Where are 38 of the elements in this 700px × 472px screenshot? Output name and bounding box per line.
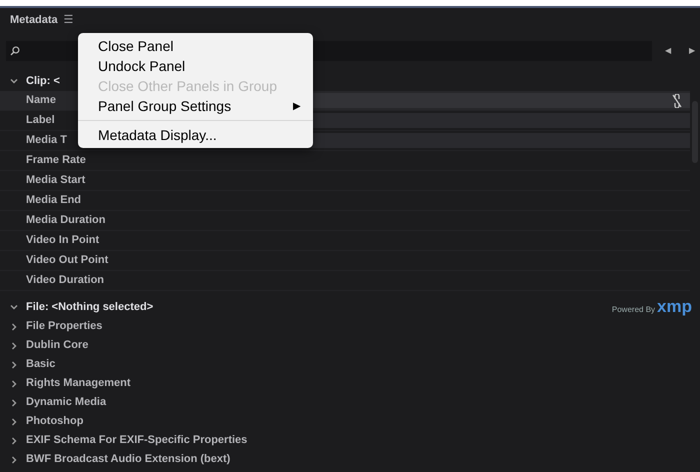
metadata-label: Video Out Point: [26, 253, 108, 268]
metadata-row[interactable]: Frame Rate: [0, 151, 690, 171]
broken-link-icon[interactable]: [672, 94, 682, 108]
submenu-arrow-icon: ▶: [293, 98, 301, 114]
schema-group-label[interactable]: Dublin Core: [26, 337, 88, 354]
metadata-label: Media Start: [26, 173, 86, 188]
metadata-label: Media Duration: [26, 213, 106, 228]
schema-group-label[interactable]: Photoshop: [26, 413, 84, 430]
menu-button[interactable]: ☰: [64, 14, 74, 26]
metadata-label: Name: [26, 93, 57, 108]
schema-group-label[interactable]: Basic: [26, 356, 56, 373]
menu-item[interactable]: Undock Panel: [78, 56, 313, 76]
section-header[interactable]: File: <Nothing selected>: [26, 298, 154, 316]
metadata-label: Media End: [26, 193, 82, 208]
next-button[interactable]: ▶: [684, 45, 700, 57]
schema-group-label[interactable]: Rights Management: [26, 375, 131, 392]
metadata-label: Media T: [26, 133, 68, 148]
metadata-row[interactable]: Video In Point: [0, 231, 690, 251]
metadata-row[interactable]: Media Duration: [0, 211, 690, 231]
metadata-row[interactable]: Media End: [0, 191, 690, 211]
metadata-row[interactable]: Video Duration: [0, 271, 690, 291]
powered-by-label: Powered By: [612, 304, 656, 316]
metadata-label: Video Duration: [26, 273, 104, 288]
schema-group-label[interactable]: File Properties: [26, 318, 102, 335]
search-icon: [10, 46, 20, 56]
metadata-row[interactable]: Video Out Point: [0, 251, 690, 271]
metadata-label: Frame Rate: [26, 153, 86, 168]
xmp-logo: xmp: [657, 298, 692, 315]
metadata-label: Video In Point: [26, 233, 100, 248]
schema-group-label[interactable]: EXIF Schema For EXIF-Specific Properties: [26, 432, 248, 449]
schema-group-label[interactable]: BWF Broadcast Audio Extension (bext): [26, 451, 230, 468]
section-header[interactable]: Clip: <: [26, 72, 60, 90]
schema-group-label[interactable]: Dynamic Media: [26, 394, 106, 411]
previous-button[interactable]: ◀: [660, 45, 676, 57]
panel-title: Metadata: [10, 12, 58, 28]
menu-item[interactable]: Close Panel: [78, 36, 313, 56]
metadata-row[interactable]: Media Start: [0, 171, 690, 191]
metadata-label: Label: [26, 113, 56, 128]
